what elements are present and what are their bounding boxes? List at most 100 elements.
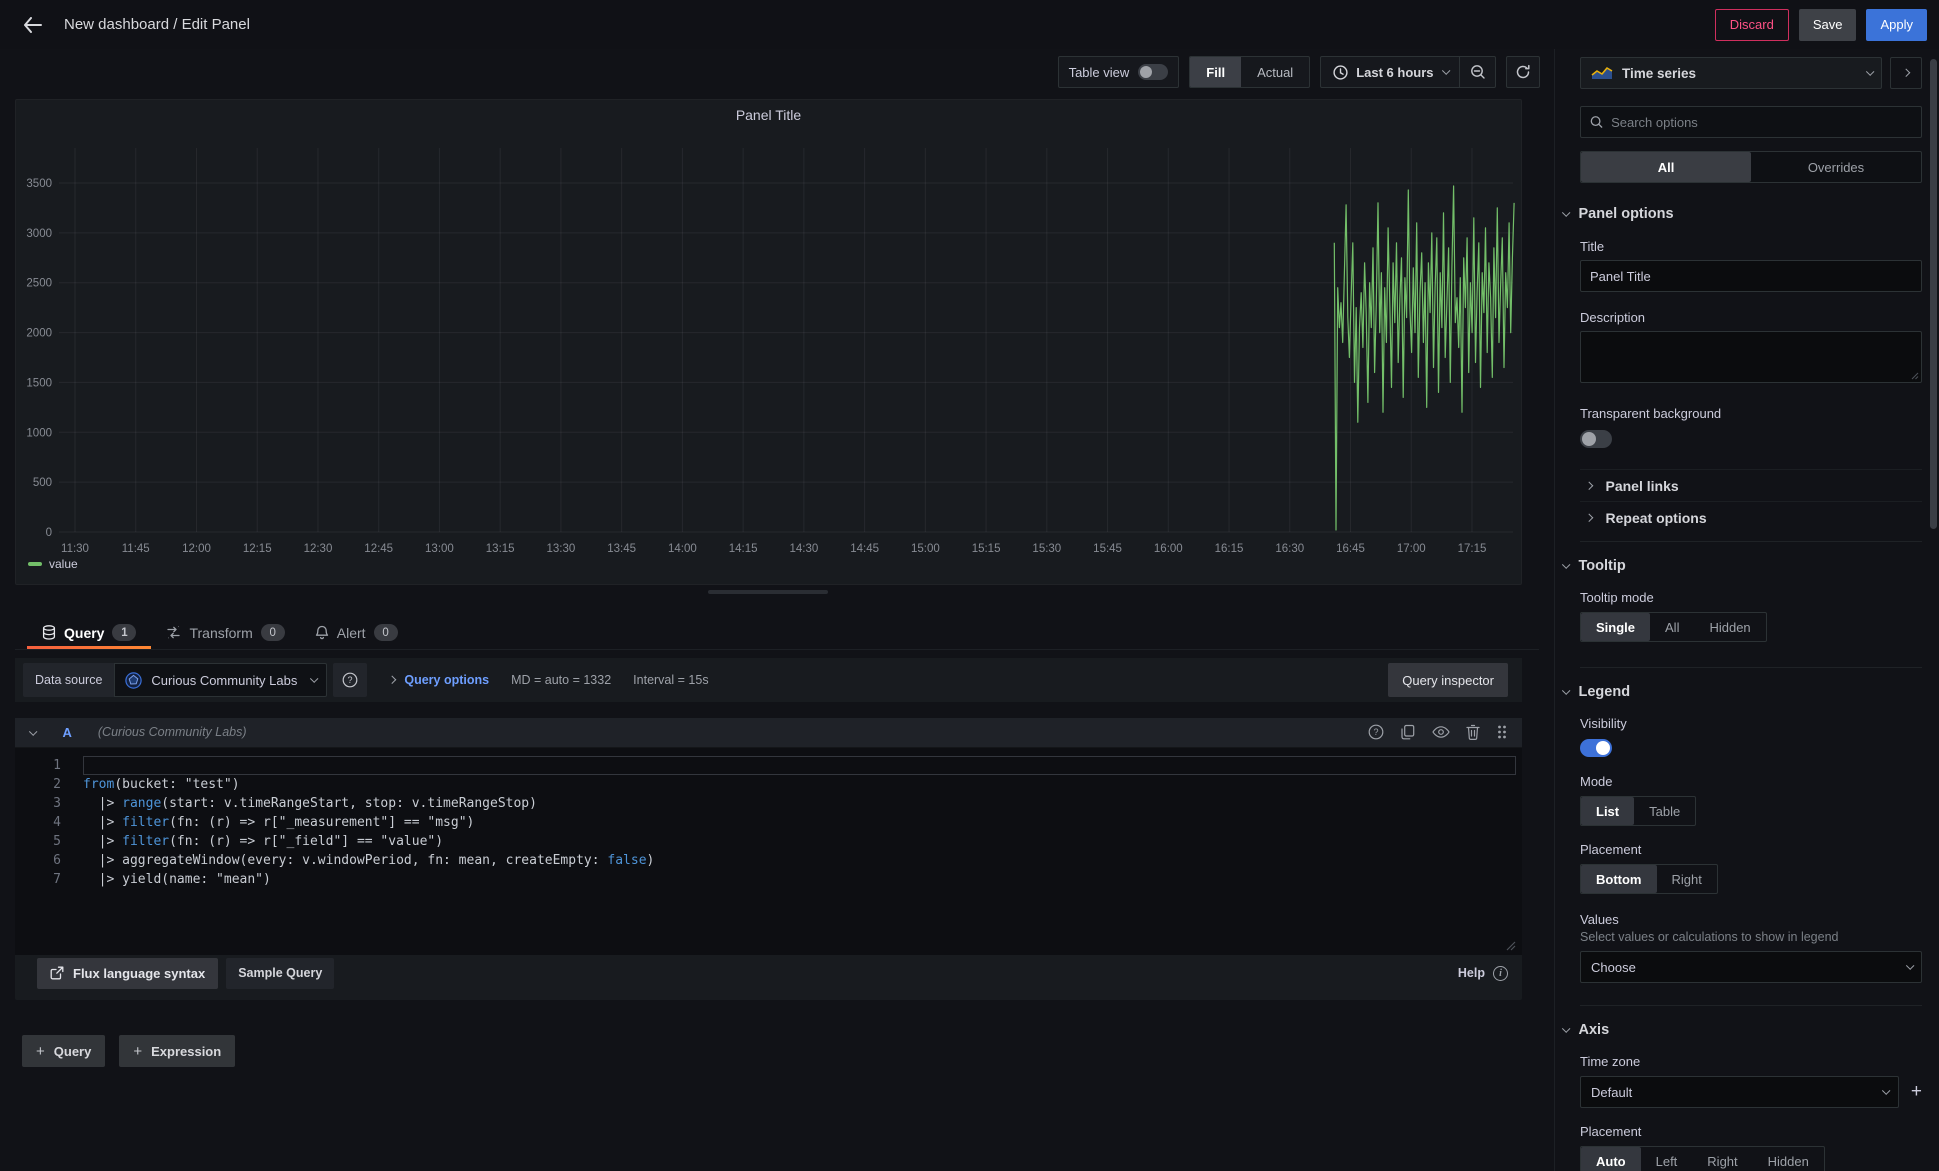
legend-mode-table[interactable]: Table — [1634, 797, 1695, 825]
flux-code-editor[interactable]: 12from(bucket: "test")3 |> range(start: … — [15, 748, 1522, 955]
collapse-query-icon[interactable] — [29, 727, 37, 735]
axis-placement-auto[interactable]: Auto — [1581, 1147, 1641, 1171]
add-query-label: Query — [54, 1044, 92, 1059]
legend-item-value[interactable]: value — [28, 557, 78, 571]
tab-query[interactable]: Query 1 — [27, 616, 151, 649]
timezone-select[interactable]: Default — [1580, 1076, 1899, 1108]
editor-resize-handle[interactable] — [1506, 941, 1516, 951]
sidebar-scrollbar[interactable] — [1930, 59, 1937, 529]
panel-options-header[interactable]: Panel options — [1562, 206, 1922, 222]
query-header: A (Curious Community Labs) ? — [15, 718, 1522, 748]
tooltip-mode-group: Single All Hidden — [1580, 612, 1767, 642]
svg-text:?: ? — [347, 675, 352, 685]
actual-option[interactable]: Actual — [1241, 57, 1309, 87]
axis-placement-label: Placement — [1580, 1124, 1922, 1139]
datasource-help-button[interactable]: ? — [333, 663, 367, 697]
x-tick-label: 15:15 — [972, 543, 1001, 555]
series-line-value — [1334, 186, 1514, 530]
plus-icon: + — [36, 1043, 45, 1060]
panel-links-section[interactable]: Panel links — [1586, 470, 1922, 501]
query-options-toggle[interactable]: Query options — [389, 673, 489, 687]
panel-title-input[interactable] — [1580, 260, 1922, 292]
save-button[interactable]: Save — [1799, 9, 1857, 41]
line-number: 2 — [31, 775, 61, 794]
add-query-button[interactable]: + Query — [22, 1035, 105, 1067]
query-ref-id[interactable]: A — [63, 725, 72, 740]
legend-placement-bottom[interactable]: Bottom — [1581, 865, 1657, 893]
delete-query-icon[interactable] — [1466, 724, 1480, 740]
code-line-3[interactable]: 3 |> range(start: v.timeRangeStart, stop… — [31, 794, 1516, 813]
section-title: Axis — [1579, 1022, 1610, 1038]
tooltip-header[interactable]: Tooltip — [1562, 558, 1922, 574]
timezone-label: Time zone — [1580, 1054, 1922, 1069]
x-tick-label: 16:00 — [1154, 543, 1183, 555]
collapse-sidebar-button[interactable] — [1890, 57, 1922, 89]
tooltip-mode-all[interactable]: All — [1650, 613, 1694, 641]
tooltip-mode-hidden[interactable]: Hidden — [1694, 613, 1765, 641]
back-button[interactable] — [16, 9, 48, 41]
chevron-down-icon — [1442, 67, 1450, 75]
axis-header[interactable]: Axis — [1562, 1022, 1922, 1038]
table-view-toggle[interactable] — [1138, 64, 1168, 80]
transparent-background-toggle[interactable] — [1580, 430, 1612, 448]
refresh-button[interactable] — [1506, 56, 1540, 88]
x-tick-label: 14:30 — [789, 543, 818, 555]
code-line-4[interactable]: 4 |> filter(fn: (r) => r["_measurement"]… — [31, 813, 1516, 832]
svg-text:?: ? — [1373, 727, 1378, 737]
time-range-button[interactable]: Last 6 hours — [1321, 57, 1459, 87]
section-title: Panel options — [1579, 206, 1674, 222]
panel-resize-handle[interactable] — [708, 590, 828, 594]
y-tick-label: 2000 — [26, 328, 52, 340]
datasource-picker[interactable]: Curious Community Labs — [114, 663, 326, 697]
sample-query-button[interactable]: Sample Query — [226, 958, 334, 989]
legend-visibility-toggle[interactable] — [1580, 739, 1612, 757]
x-tick-label: 11:45 — [122, 543, 150, 555]
hide-query-icon[interactable] — [1432, 725, 1450, 739]
filter-tab-all[interactable]: All — [1581, 152, 1751, 182]
repeat-options-section[interactable]: Repeat options — [1586, 502, 1922, 533]
legend-placement-right[interactable]: Right — [1657, 865, 1717, 893]
query-inspector-button[interactable]: Query inspector — [1388, 663, 1508, 697]
tooltip-mode-single[interactable]: Single — [1581, 613, 1650, 641]
fill-option[interactable]: Fill — [1190, 57, 1241, 87]
tab-transform[interactable]: Transform 0 — [151, 616, 299, 649]
code-line-7[interactable]: 7 |> yield(name: "mean") — [31, 870, 1516, 889]
flux-syntax-button[interactable]: Flux language syntax — [37, 958, 218, 989]
code-line-2[interactable]: 2from(bucket: "test") — [31, 775, 1516, 794]
description-textarea[interactable] — [1580, 331, 1922, 383]
drag-handle-icon[interactable] — [1496, 724, 1508, 740]
chevron-right-icon — [1585, 482, 1593, 490]
add-timezone-button[interactable]: + — [1911, 1081, 1922, 1103]
axis-placement-right[interactable]: Right — [1692, 1147, 1752, 1171]
visualization-picker[interactable]: Time series — [1580, 57, 1882, 89]
code-line-1[interactable]: 1 — [31, 756, 1516, 775]
x-tick-label: 12:30 — [304, 543, 333, 555]
add-expression-button[interactable]: + Expression — [119, 1035, 235, 1067]
visualization-name: Time series — [1622, 66, 1696, 81]
refresh-icon — [1515, 64, 1531, 80]
apply-button[interactable]: Apply — [1866, 9, 1927, 41]
discard-button[interactable]: Discard — [1715, 9, 1789, 41]
duplicate-query-icon[interactable] — [1400, 724, 1416, 740]
x-tick-label: 15:30 — [1032, 543, 1061, 555]
legend-header[interactable]: Legend — [1562, 684, 1922, 700]
x-tick-label: 14:45 — [850, 543, 879, 555]
code-line-5[interactable]: 5 |> filter(fn: (r) => r["_field"] == "v… — [31, 832, 1516, 851]
code-line-6[interactable]: 6 |> aggregateWindow(every: v.windowPeri… — [31, 851, 1516, 870]
tab-label: Alert — [337, 625, 366, 641]
tab-alert[interactable]: Alert 0 — [300, 616, 413, 649]
legend-values-select[interactable]: Choose — [1580, 951, 1922, 983]
legend-mode-list[interactable]: List — [1581, 797, 1634, 825]
help-button[interactable]: Help i — [1458, 966, 1508, 981]
search-options-input[interactable] — [1611, 115, 1912, 130]
axis-placement-left[interactable]: Left — [1641, 1147, 1693, 1171]
description-label: Description — [1580, 310, 1922, 325]
visibility-label: Visibility — [1580, 716, 1922, 731]
time-series-chart[interactable]: 050010001500200025003000350011:3011:4512… — [16, 100, 1521, 584]
query-help-icon[interactable]: ? — [1368, 724, 1384, 740]
axis-placement-hidden[interactable]: Hidden — [1753, 1147, 1824, 1171]
zoom-out-button[interactable] — [1459, 57, 1495, 87]
line-number: 1 — [31, 756, 61, 775]
help-label: Help — [1458, 966, 1485, 980]
filter-tab-overrides[interactable]: Overrides — [1751, 152, 1921, 182]
